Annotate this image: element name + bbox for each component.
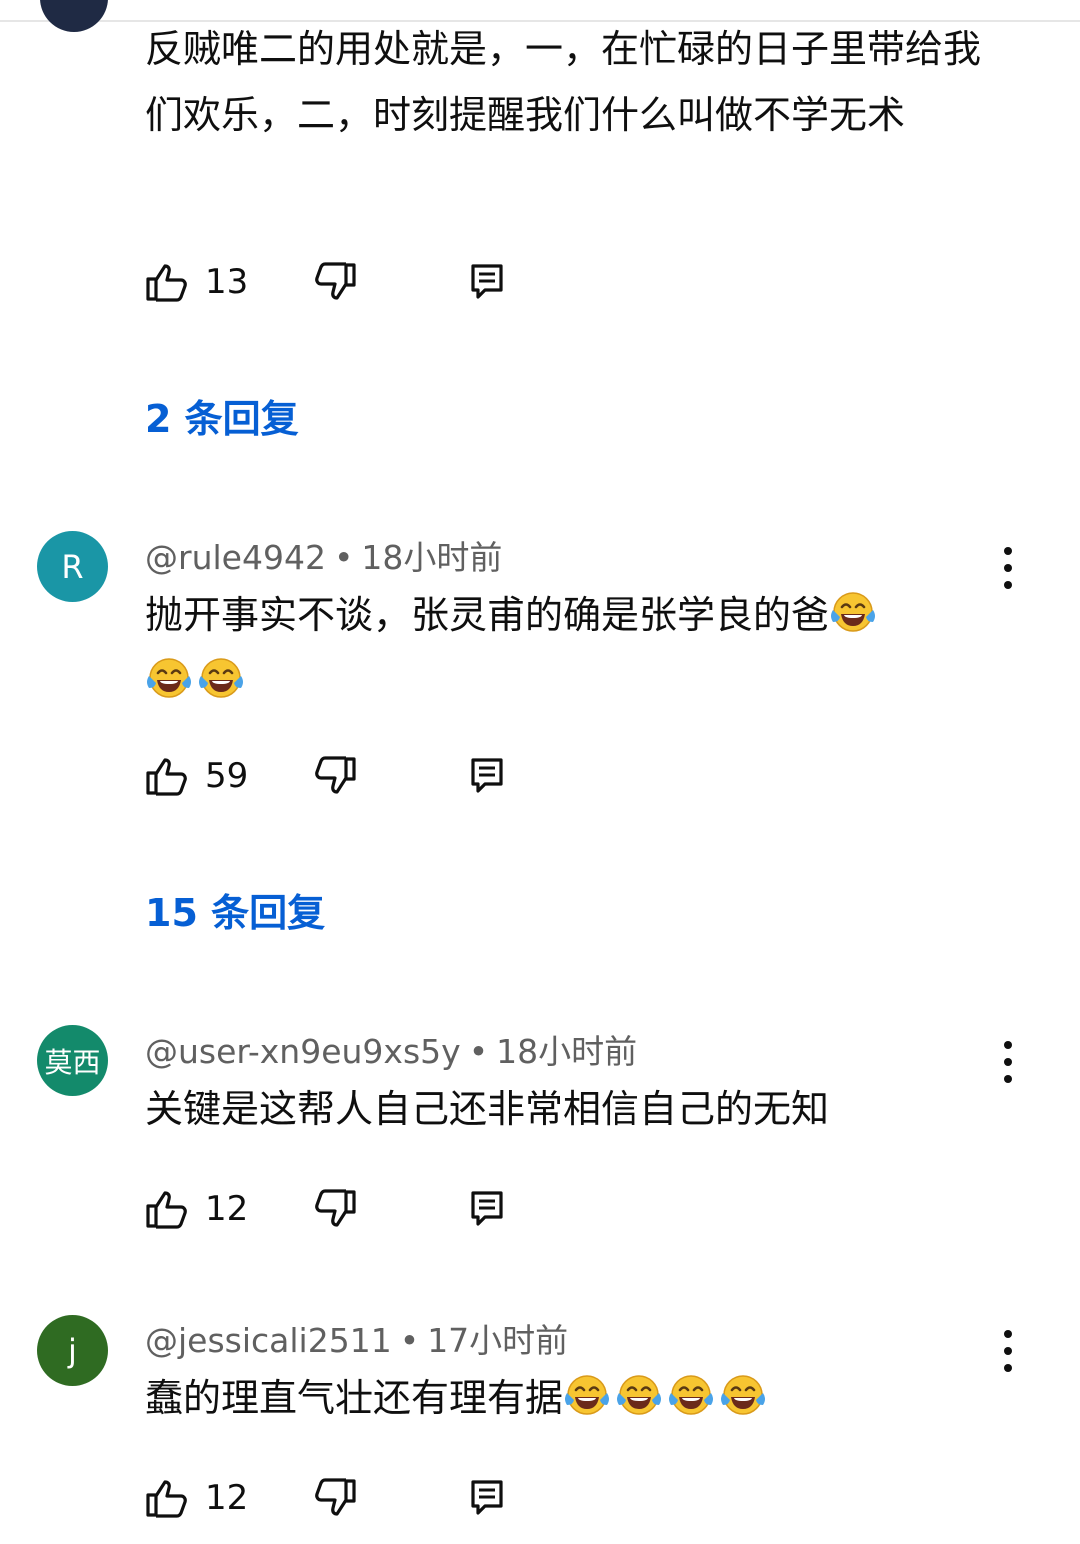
like-count: 12 [205,1478,249,1518]
view-replies-link[interactable]: 15 条回复 [145,882,325,937]
reply-button[interactable] [470,751,504,801]
emoji-group [563,1375,771,1420]
comment-meta: @user-xn9eu9xs5y • 18小时前 [145,1025,637,1073]
avatar-letter: R [61,547,84,586]
laughing-tears-emoji-icon [197,654,245,698]
avatar-letter: 莫西 [44,1045,101,1079]
like-button[interactable]: 12 [145,1184,248,1234]
comment-text-body: 蠢的理直气壮还有理有据 [145,1376,564,1420]
dislike-button[interactable] [313,1184,357,1234]
thumbs-up-icon [146,264,187,302]
thumbs-down-icon [315,1478,356,1516]
avatar[interactable]: j [37,1315,108,1386]
separator: • [399,1321,420,1360]
comment-text: 关键是这帮人自己还非常相信自己的无知 [145,1087,830,1131]
comment-actions: 12 [145,1473,565,1523]
kebab-dot [1004,581,1012,589]
kebab-dot [1004,1347,1012,1355]
kebab-dot [1004,564,1012,572]
kebab-dot [1004,1364,1012,1372]
comment-author[interactable]: @rule4942 [145,538,326,577]
comment-time: 18小时前 [361,538,503,577]
thumbs-down-icon [315,262,356,300]
comment-actions: 59 [145,751,565,801]
comment-meta: @jessicali2511 • 17小时前 [145,1314,568,1362]
comment-time: 18小时前 [496,1032,638,1071]
comment-text: 反贼唯二的用处就是，一，在忙碌的日子里带给我们欢乐，二，时刻提醒我们什么叫做不学… [145,27,982,137]
kebab-dot [1004,1041,1012,1049]
dislike-button[interactable] [313,257,357,307]
comment-time: 17小时前 [427,1321,569,1360]
thumbs-up-icon [146,1191,187,1229]
comment-reply-icon [471,1480,503,1515]
comment-reply-icon [471,264,503,299]
avatar[interactable] [40,0,108,32]
kebab-dot [1004,1330,1012,1338]
laughing-tears-emoji-icon [145,654,193,698]
like-button[interactable]: 59 [145,751,248,801]
kebab-dot [1004,1075,1012,1083]
laughing-tears-emoji-icon [667,1371,715,1415]
comment-author[interactable]: @user-xn9eu9xs5y [145,1032,461,1071]
thumbs-up-icon [146,1480,187,1518]
avatar-letter: j [68,1331,77,1370]
like-count: 59 [205,756,249,796]
emoji-group [145,658,249,703]
thumbs-up-icon [146,758,187,796]
dislike-button[interactable] [313,1473,357,1523]
laughing-tears-emoji-icon [719,1371,767,1415]
emoji-group [829,592,881,637]
dislike-button[interactable] [313,751,357,801]
reply-button[interactable] [470,1473,504,1523]
kebab-dot [1004,1058,1012,1066]
laughing-tears-emoji-icon [563,1371,611,1415]
like-count: 12 [205,1189,249,1229]
comment-reply-icon [471,758,503,793]
like-button[interactable]: 12 [145,1473,248,1523]
comment-text: 蠢的理直气壮还有理有据 [145,1365,995,1431]
separator: • [333,538,354,577]
laughing-tears-emoji-icon [615,1371,663,1415]
view-replies-link[interactable]: 2 条回复 [145,388,299,443]
thumbs-down-icon [315,1189,356,1227]
separator: • [468,1032,489,1071]
laughing-tears-emoji-icon [829,588,877,632]
comment-text-body: 抛开事实不谈，张灵甫的确是张学良的爸 [145,593,830,637]
avatar[interactable]: R [37,531,108,602]
comment-text: 抛开事实不谈，张灵甫的确是张学良的爸 [145,582,995,714]
reply-button[interactable] [470,257,504,307]
kebab-dot [1004,547,1012,555]
like-count: 13 [205,262,249,302]
comment-meta: @rule4942 • 18小时前 [145,531,502,579]
avatar[interactable]: 莫西 [37,1025,108,1096]
comment-actions: 12 [145,1184,565,1234]
reply-button[interactable] [470,1184,504,1234]
comment-actions: 13 [145,257,565,307]
thumbs-down-icon [315,756,356,794]
comment-author[interactable]: @jessicali2511 [145,1321,392,1360]
like-button[interactable]: 13 [145,257,248,307]
comment-reply-icon [471,1191,503,1226]
